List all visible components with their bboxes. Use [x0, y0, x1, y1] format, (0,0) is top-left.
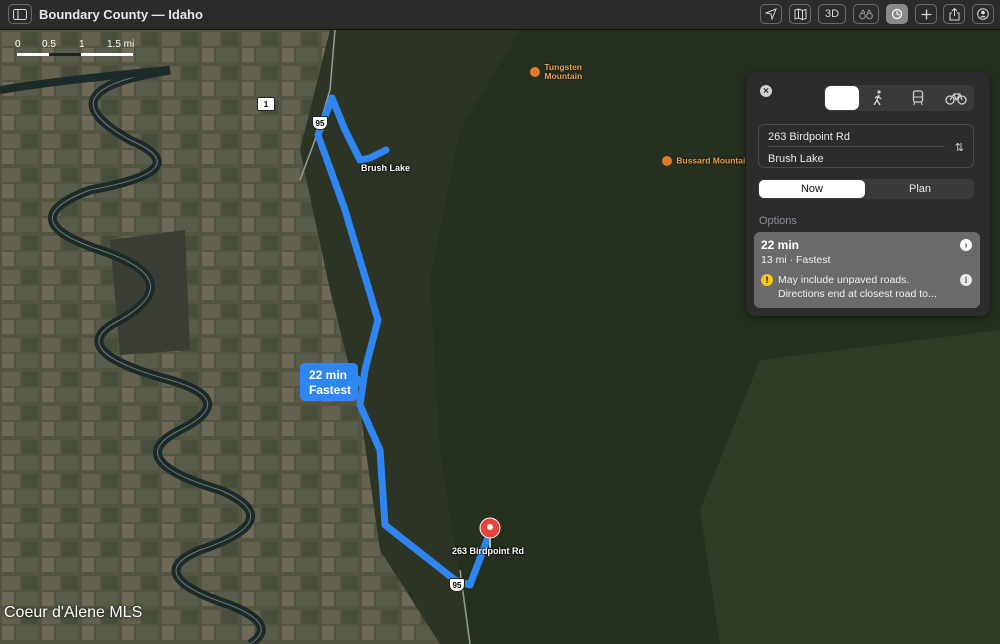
- swap-icon: ⇅: [954, 142, 964, 154]
- highway-95-south-label: 95: [452, 580, 462, 590]
- transport-mode-selector: [824, 85, 974, 111]
- info-button[interactable]: i: [960, 274, 972, 286]
- bike-icon: [945, 93, 967, 105]
- highway-shield-1[interactable]: 1: [257, 97, 275, 111]
- map-mode-button[interactable]: [789, 4, 811, 24]
- share-icon: [949, 7, 959, 20]
- directions-panel: × 263 Birdpoint Rd Brush Lake ⇅ Now Plan…: [746, 72, 990, 316]
- chevron-right-icon: ›: [964, 239, 968, 251]
- from-field[interactable]: 263 Birdpoint Rd: [768, 131, 850, 143]
- mode-transit[interactable]: [900, 85, 936, 111]
- map-icon: [794, 8, 806, 20]
- info-icon: i: [964, 275, 968, 285]
- watermark: Coeur d'Alene MLS: [4, 604, 143, 621]
- account-icon: [977, 8, 989, 20]
- map-pin-icon: [479, 517, 501, 548]
- bussard-mountain-poi[interactable]: Bussard Mountai: [662, 156, 745, 166]
- route-callout-time: 22 min: [309, 368, 348, 382]
- route-warning-line2: Directions end at closest road to...: [778, 288, 937, 300]
- brush-lake-label[interactable]: Brush Lake: [361, 163, 410, 173]
- timing-selector: Now Plan: [758, 179, 974, 199]
- destination-label[interactable]: 263 Birdpoint Rd: [452, 546, 524, 556]
- route-callout[interactable]: 22 min Fastest: [300, 363, 365, 401]
- current-location-button[interactable]: [760, 4, 782, 24]
- scale-label-0: 0: [15, 39, 21, 50]
- timing-plan[interactable]: Plan: [866, 179, 974, 199]
- scale-label-1: 1: [79, 39, 85, 50]
- route-warning: May include unpaved roads. Directions en…: [778, 273, 937, 301]
- mountain-icon: [662, 156, 672, 166]
- route-callout-label: Fastest: [309, 383, 352, 397]
- walk-icon: [873, 90, 882, 106]
- highway-95-label: 95: [315, 118, 325, 128]
- destination-pin[interactable]: [479, 517, 501, 549]
- close-button[interactable]: ×: [760, 85, 772, 97]
- close-icon: ×: [763, 85, 769, 97]
- sidebar-icon: [13, 8, 27, 20]
- scale-bar-segment: [17, 53, 49, 56]
- 3d-button[interactable]: 3D: [818, 4, 846, 24]
- plus-icon: [921, 9, 931, 19]
- satellite-map[interactable]: 0 0.5 1 1.5 mi 1 95 95 Brush Lake Tungst…: [0, 30, 1000, 644]
- car-icon: [836, 96, 848, 101]
- route-option[interactable]: 22 min 13 mi · Fastest › ! May include u…: [754, 232, 980, 308]
- route-option-time: 22 min: [761, 238, 800, 252]
- add-button[interactable]: [915, 4, 937, 24]
- highway-shield-95[interactable]: 95: [312, 116, 328, 130]
- mode-walk[interactable]: [860, 85, 896, 111]
- mountain-icon: [530, 67, 540, 77]
- window-title: Boundary County — Idaho: [39, 7, 203, 22]
- to-field[interactable]: Brush Lake: [768, 153, 824, 165]
- tracking-button[interactable]: [886, 4, 908, 24]
- look-around-button[interactable]: [853, 4, 879, 24]
- scale-bar-segment: [49, 53, 81, 56]
- account-button[interactable]: [972, 4, 994, 24]
- swap-button[interactable]: ⇅: [955, 141, 964, 154]
- tungsten-mountain-poi[interactable]: Tungsten Mountain: [530, 63, 582, 81]
- timing-now[interactable]: Now: [759, 180, 865, 198]
- route-option-summary: 13 mi · Fastest: [761, 254, 831, 266]
- highway-shield-95-south[interactable]: 95: [449, 578, 465, 592]
- tracking-icon: [891, 8, 903, 20]
- options-heading: Options: [759, 215, 797, 227]
- scale-bar-segment: [81, 53, 133, 56]
- scale-label-0-5: 0.5: [42, 39, 56, 50]
- location-arrow-icon: [765, 8, 777, 20]
- sidebar-toggle-button[interactable]: [8, 4, 32, 24]
- transit-icon: [912, 90, 924, 106]
- mode-car[interactable]: [825, 86, 859, 110]
- title-bar: Boundary County — Idaho 3D: [0, 0, 1000, 30]
- tungsten-mountain-label: Tungsten Mountain: [544, 62, 583, 81]
- route-details-button[interactable]: ›: [960, 239, 972, 251]
- bussard-mountain-label: Bussard Mountai: [676, 155, 746, 166]
- warning-icon: !: [761, 274, 773, 286]
- field-divider: [768, 146, 945, 147]
- scale-label-1-5: 1.5 mi: [107, 39, 135, 50]
- route-warning-line1: May include unpaved roads.: [778, 274, 910, 286]
- highway-1-label: 1: [263, 99, 269, 109]
- binoculars-icon: [859, 8, 873, 19]
- mode-bike[interactable]: [938, 85, 974, 111]
- route-fields: 263 Birdpoint Rd Brush Lake ⇅: [758, 124, 974, 168]
- share-button[interactable]: [943, 4, 965, 24]
